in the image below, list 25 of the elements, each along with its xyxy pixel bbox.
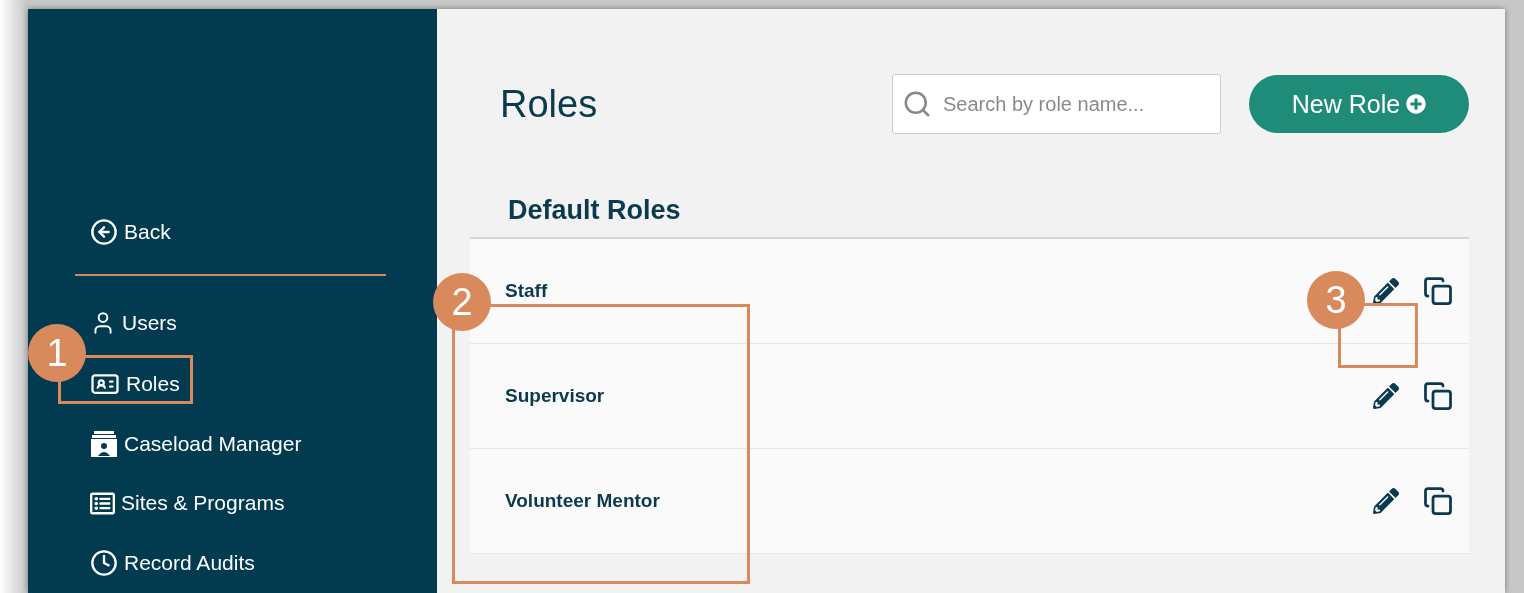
back-link[interactable]: Back bbox=[90, 218, 171, 247]
edit-icon[interactable] bbox=[1373, 278, 1399, 304]
plus-icon bbox=[1406, 94, 1427, 114]
copy-icon[interactable] bbox=[1423, 486, 1453, 516]
sidebar-item[interactable]: Caseload Manager bbox=[90, 429, 302, 459]
new-role-button[interactable]: New Role bbox=[1249, 75, 1469, 133]
copy-icon[interactable] bbox=[1423, 276, 1453, 306]
sidebar-item[interactable]: Users bbox=[90, 309, 177, 338]
search-icon bbox=[902, 89, 932, 119]
search-field[interactable]: Search by role name... bbox=[892, 74, 1221, 134]
sidebar-item[interactable]: Sites & Programs bbox=[90, 489, 285, 518]
edit-icon[interactable] bbox=[1373, 488, 1399, 514]
section-title: Default Roles bbox=[508, 194, 682, 227]
file-box-icon bbox=[90, 429, 118, 458]
copy-icon[interactable] bbox=[1423, 381, 1453, 411]
list-icon bbox=[90, 490, 115, 516]
page-title: Roles bbox=[500, 82, 599, 126]
role-name: Staff bbox=[505, 280, 548, 302]
sidebar-item[interactable]: Record Audits bbox=[90, 548, 255, 577]
clock-icon bbox=[90, 548, 118, 577]
role-name: Volunteer Mentor bbox=[505, 490, 660, 512]
edit-icon[interactable] bbox=[1373, 383, 1399, 409]
back-icon bbox=[90, 218, 118, 247]
sidebar-item[interactable]: Roles bbox=[90, 368, 180, 399]
role-name: Supervisor bbox=[505, 385, 605, 407]
